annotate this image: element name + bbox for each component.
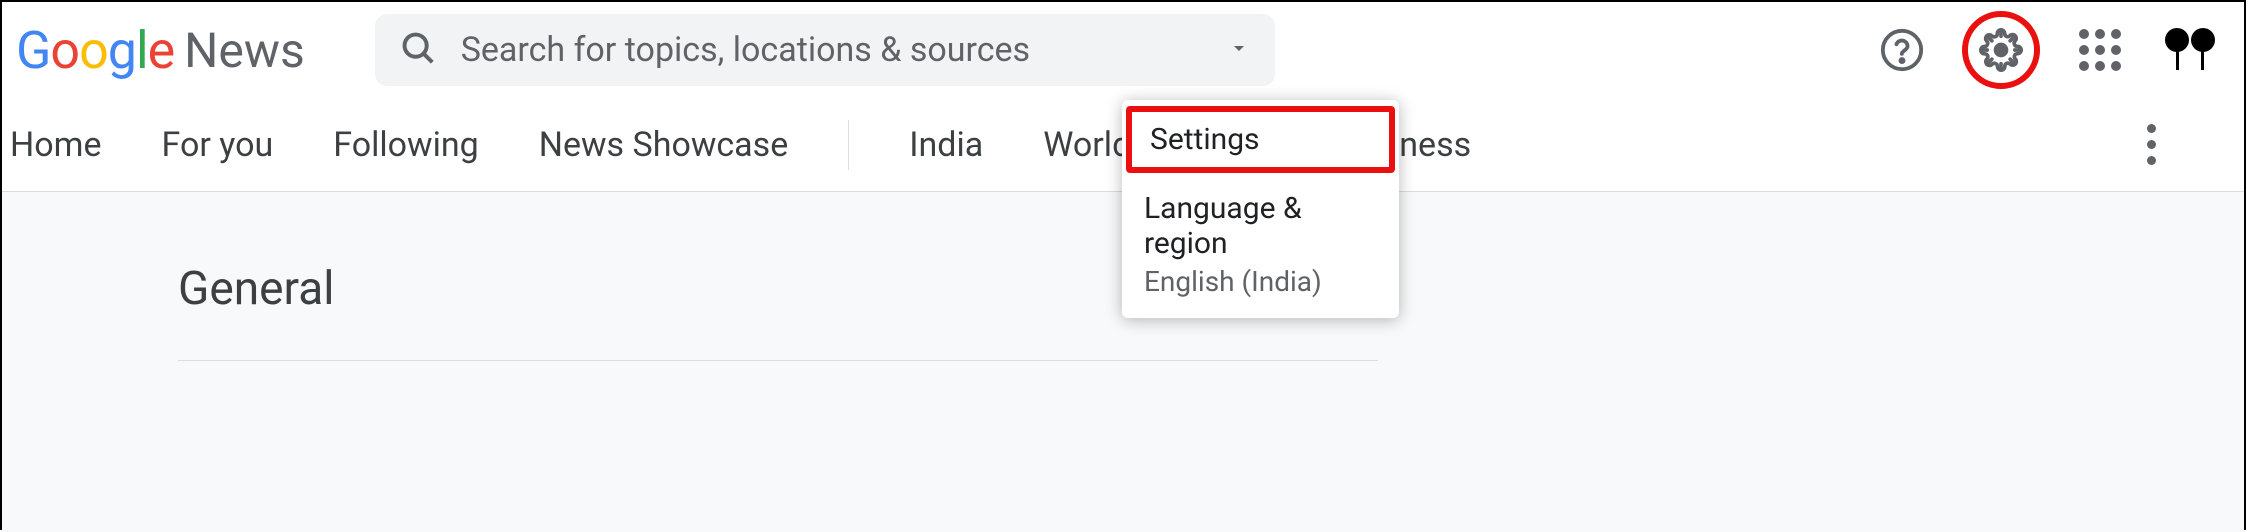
settings-button[interactable] (1962, 11, 2040, 89)
settings-menu: Settings Language & region English (Indi… (1122, 100, 1399, 318)
dropdown-arrow-icon[interactable] (1227, 36, 1251, 64)
nav-divider (848, 120, 849, 170)
nav-following[interactable]: Following (303, 125, 508, 165)
header-right (1872, 11, 2220, 89)
header: Google News (2, 2, 2244, 98)
search-input[interactable] (461, 30, 1227, 70)
apps-icon (2079, 29, 2121, 71)
menu-language-label: Language & region (1144, 191, 1377, 261)
google-news-logo[interactable]: Google News (16, 20, 305, 81)
logo-google-text: Google (16, 20, 174, 81)
nav-india[interactable]: India (879, 125, 1013, 165)
nav-for-you[interactable]: For you (132, 125, 304, 165)
help-button[interactable] (1872, 20, 1932, 80)
binoculars-icon (2165, 28, 2215, 72)
menu-settings-label: Settings (1150, 122, 1371, 157)
menu-item-settings[interactable]: Settings (1126, 106, 1395, 173)
search-bar[interactable] (375, 14, 1275, 86)
logo-news-text: News (184, 22, 305, 79)
account-button[interactable] (2160, 20, 2220, 80)
menu-language-value: English (India) (1144, 265, 1377, 298)
search-icon[interactable] (399, 29, 437, 71)
apps-button[interactable] (2070, 20, 2130, 80)
nav-news-showcase[interactable]: News Showcase (509, 125, 819, 165)
menu-item-language[interactable]: Language & region English (India) (1122, 177, 1399, 312)
nav-home[interactable]: Home (10, 125, 132, 165)
nav-more-button[interactable] (2147, 124, 2156, 165)
